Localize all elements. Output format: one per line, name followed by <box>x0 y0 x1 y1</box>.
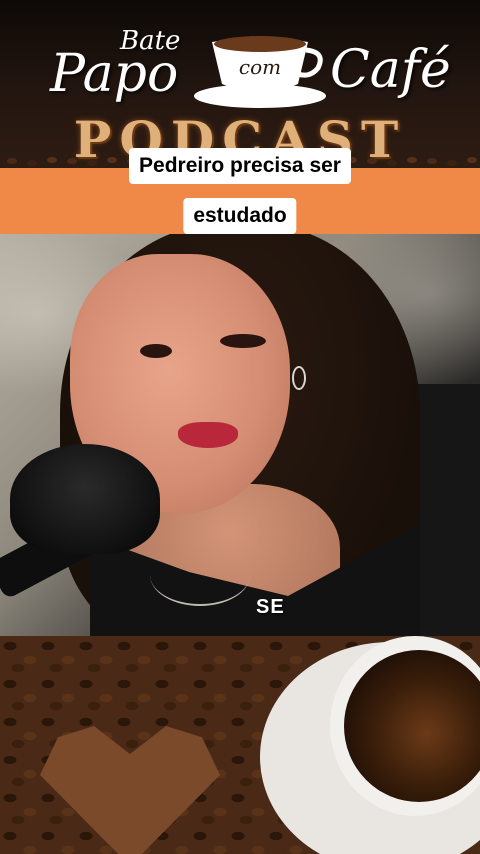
coffee-cup-logo-icon: com <box>194 36 326 108</box>
logo-papo-text: Papo <box>50 44 179 104</box>
video-title-line-2: estudado <box>183 198 297 234</box>
logo-cafe-text: Café <box>330 40 451 100</box>
microphone-icon <box>10 444 160 554</box>
lips <box>178 422 238 448</box>
left-eye <box>140 344 172 358</box>
video-subtitle: SE <box>256 596 285 618</box>
video-frame[interactable]: SE <box>0 234 480 636</box>
logo-com-text: com <box>239 55 281 79</box>
coffee-beans-footer <box>0 636 480 854</box>
video-title-line-1: Pedreiro precisa ser <box>129 148 351 184</box>
right-eye <box>220 334 266 348</box>
necklace <box>150 544 250 606</box>
earring <box>292 366 306 390</box>
podcast-header-banner: Bate Papo com Café PODCAST <box>0 0 480 170</box>
